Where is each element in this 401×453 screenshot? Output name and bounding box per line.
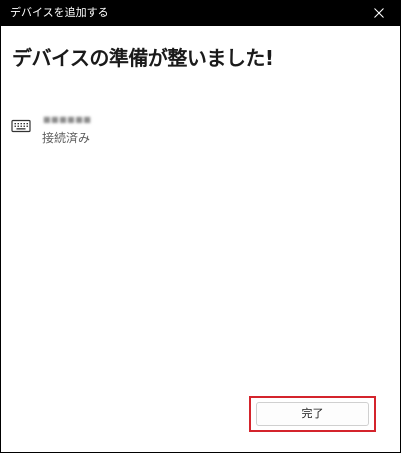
done-button[interactable]: 完了 bbox=[256, 402, 369, 426]
device-status: 接続済み bbox=[42, 131, 91, 145]
keyboard-icon bbox=[11, 119, 31, 133]
page-title: デバイスの準備が整いました! bbox=[12, 46, 274, 70]
device-item: ■■■■■■ 接続済み bbox=[11, 114, 311, 150]
window-title: デバイスを追加する bbox=[10, 6, 109, 19]
title-bar: デバイスを追加する bbox=[0, 0, 401, 26]
close-button[interactable] bbox=[357, 0, 401, 26]
dialog-content: デバイスの準備が整いました! ■■■■■■ 接続済み 完了 bbox=[1, 26, 400, 452]
close-icon bbox=[374, 8, 384, 18]
done-button-highlight: 完了 bbox=[249, 396, 376, 432]
add-device-dialog: デバイスを追加する デバイスの準備が整いました! ■■■■■■ 接続済み 完了 bbox=[0, 0, 401, 453]
device-name: ■■■■■■ bbox=[43, 115, 92, 124]
